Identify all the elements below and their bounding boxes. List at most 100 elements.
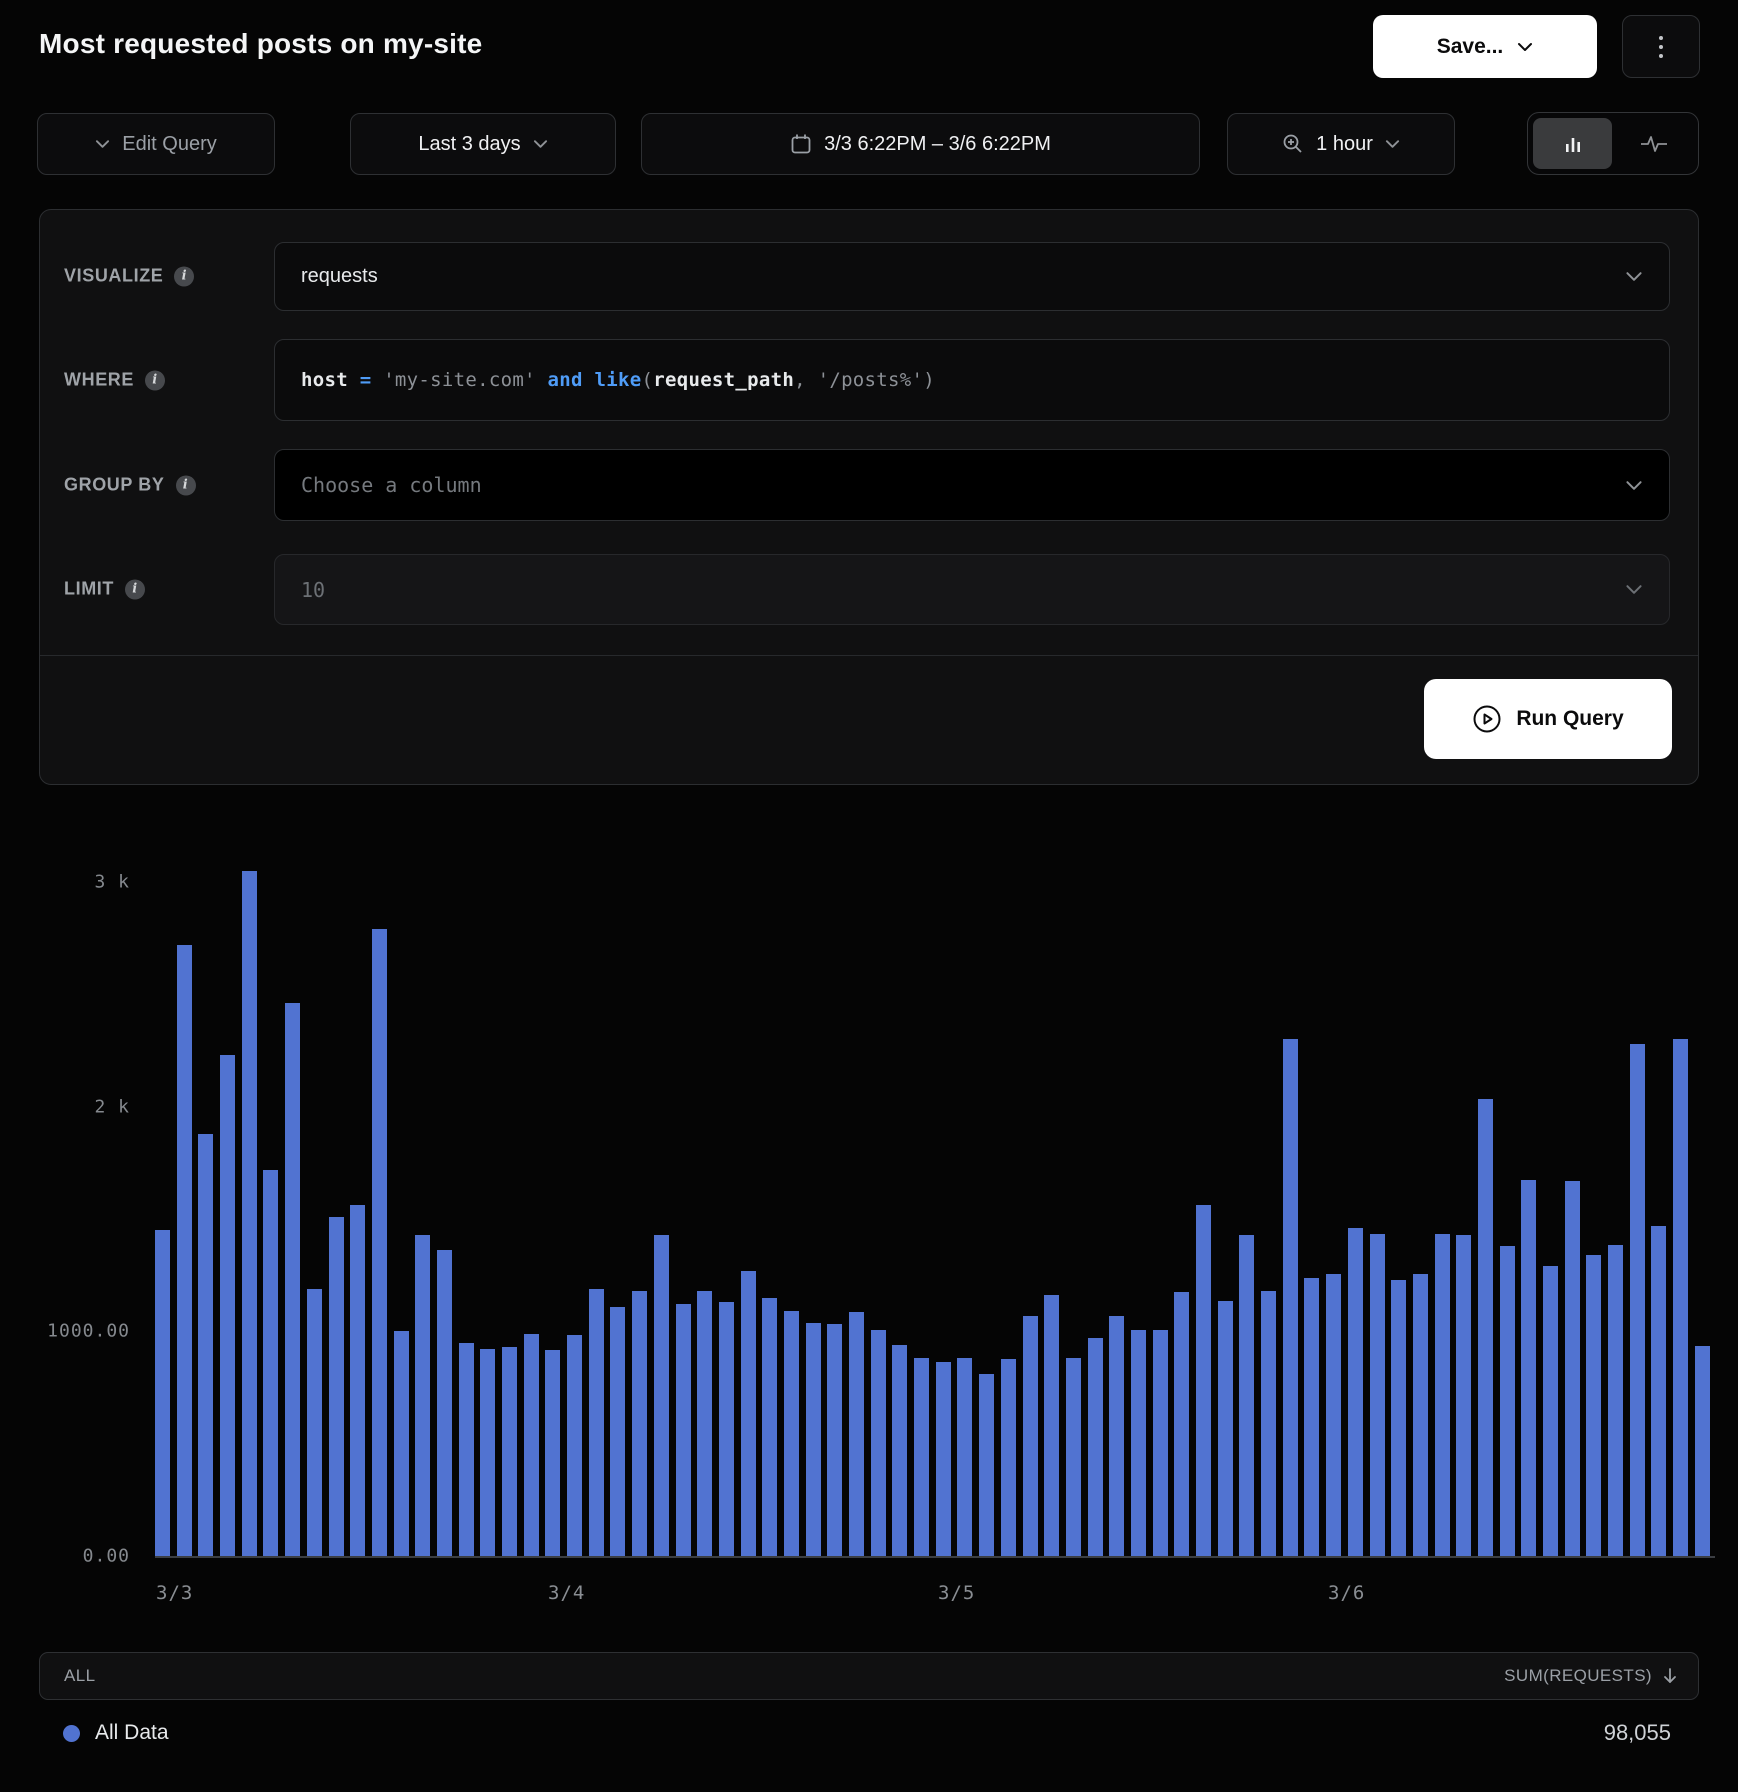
chart-bar[interactable] [1695,1346,1710,1556]
limit-placeholder: 10 [301,578,325,602]
chart-bar[interactable] [1174,1292,1189,1556]
chart-bar[interactable] [589,1289,604,1556]
x-tick-label: 3/4 [548,1582,585,1604]
chart-bar[interactable] [263,1170,278,1556]
chart-bar[interactable] [1673,1039,1688,1556]
chart-bar[interactable] [1304,1278,1319,1556]
chart-bar[interactable] [372,929,387,1556]
more-menu-button[interactable] [1622,15,1700,78]
chart-bar[interactable] [914,1358,929,1556]
chart-bar[interactable] [307,1289,322,1556]
info-icon[interactable]: i [145,370,165,390]
chart-bar[interactable] [1370,1234,1385,1556]
chart-bar[interactable] [480,1349,495,1556]
visualize-label: VISUALIZE i [64,266,194,287]
chart-bar[interactable] [198,1134,213,1556]
group-by-select[interactable]: Choose a column [274,449,1670,521]
chart-bar[interactable] [1088,1338,1103,1556]
chart-bar[interactable] [415,1235,430,1556]
chart-bar[interactable] [524,1334,539,1556]
chart-bar[interactable] [329,1217,344,1556]
chart-bar[interactable] [1478,1099,1493,1556]
chart-bar[interactable] [1261,1291,1276,1556]
chart-bar[interactable] [979,1374,994,1556]
chart-bar[interactable] [632,1291,647,1556]
chart-bar[interactable] [1608,1245,1623,1556]
chart-bar[interactable] [1565,1181,1580,1556]
chart-bar[interactable] [1044,1295,1059,1556]
chart-bar[interactable] [654,1235,669,1556]
chart-bar[interactable] [1239,1235,1254,1556]
chart-plot-area[interactable] [155,850,1710,1556]
chart-bar[interactable] [1001,1359,1016,1556]
value-column-header[interactable]: SUM(REQUESTS) [1504,1666,1652,1686]
chart-bar[interactable] [1023,1316,1038,1556]
chart-bar[interactable] [220,1055,235,1556]
chart-bar[interactable] [957,1358,972,1556]
chart-bar[interactable] [502,1347,517,1556]
chart-bar[interactable] [892,1345,907,1556]
chart-bar[interactable] [1196,1205,1211,1556]
result-table-header[interactable]: ALL SUM(REQUESTS) [39,1652,1699,1700]
info-icon[interactable]: i [125,579,145,599]
date-range-button[interactable]: 3/3 6:22PM – 3/6 6:22PM [641,113,1200,175]
chart-bar[interactable] [1586,1255,1601,1556]
interval-select[interactable]: 1 hour [1227,113,1455,175]
calendar-icon [790,133,812,155]
info-icon[interactable]: i [174,266,194,286]
chart-bar[interactable] [1630,1044,1645,1556]
chart-bar[interactable] [1109,1316,1124,1556]
chart-bar[interactable] [610,1307,625,1556]
chart-bar[interactable] [1543,1266,1558,1556]
info-icon[interactable]: i [176,475,196,495]
chart-bar[interactable] [1521,1180,1536,1556]
result-row-all-data[interactable]: All Data 98,055 [39,1710,1699,1756]
chart-bar[interactable] [1283,1039,1298,1556]
chart-bar[interactable] [827,1324,842,1556]
chart-bar[interactable] [849,1312,864,1556]
chart-bar[interactable] [719,1302,734,1556]
bar-chart-toggle[interactable] [1533,118,1612,169]
chart-bar[interactable] [242,871,257,1556]
edit-query-button[interactable]: Edit Query [37,113,275,175]
x-tick-label: 3/6 [1328,1582,1365,1604]
y-tick-label: 2 k [0,1097,130,1118]
chart-bar[interactable] [936,1362,951,1556]
chart-bar[interactable] [1413,1274,1428,1556]
chart-bar[interactable] [459,1343,474,1556]
chart-bar[interactable] [1131,1330,1146,1556]
chart-bar[interactable] [741,1271,756,1556]
save-button-label: Save... [1437,35,1504,59]
chart-bar[interactable] [1153,1330,1168,1556]
chart-bar[interactable] [394,1331,409,1556]
chart-bar[interactable] [1218,1301,1233,1556]
run-query-button[interactable]: Run Query [1424,679,1672,759]
chart-bar[interactable] [1066,1358,1081,1556]
chart-bar[interactable] [285,1003,300,1556]
chart-bar[interactable] [567,1335,582,1556]
chart-bar[interactable] [545,1350,560,1556]
chart-bar[interactable] [1348,1228,1363,1556]
save-button[interactable]: Save... [1373,15,1597,78]
chart-bar[interactable] [1391,1280,1406,1556]
chart-bar[interactable] [177,945,192,1556]
chart-bar[interactable] [155,1230,170,1556]
chart-bar[interactable] [697,1291,712,1556]
line-chart-toggle[interactable] [1614,118,1693,169]
chart-bar[interactable] [1435,1234,1450,1556]
chart-bar[interactable] [1500,1246,1515,1556]
limit-input[interactable]: 10 [274,554,1670,625]
chart-bar[interactable] [871,1330,886,1556]
chart-bar[interactable] [1456,1235,1471,1556]
where-input[interactable]: host = 'my-site.com' and like(request_pa… [274,339,1670,421]
time-range-select[interactable]: Last 3 days [350,113,616,175]
chart-bar[interactable] [676,1304,691,1556]
chart-bar[interactable] [762,1298,777,1556]
chart-bar[interactable] [437,1250,452,1556]
chart-bar[interactable] [1651,1226,1666,1556]
chart-bar[interactable] [784,1311,799,1556]
chart-bar[interactable] [350,1205,365,1556]
chart-bar[interactable] [1326,1274,1341,1556]
chart-bar[interactable] [806,1323,821,1556]
visualize-select[interactable]: requests [274,242,1670,311]
